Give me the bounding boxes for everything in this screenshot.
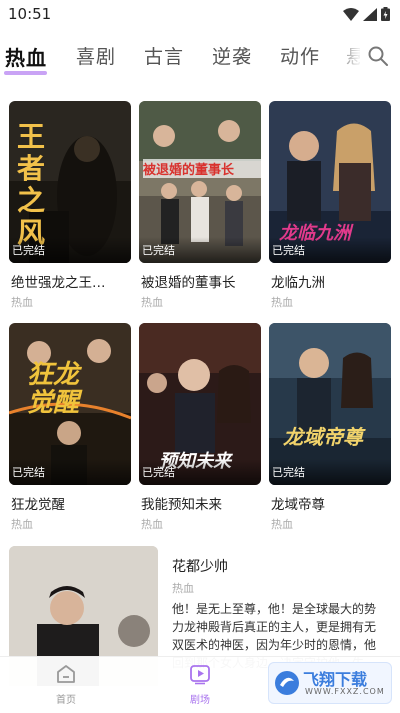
drama-title[interactable]: 绝世强龙之王… <box>11 271 131 291</box>
search-icon[interactable] <box>366 44 390 68</box>
drama-genre: 热血 <box>141 296 163 309</box>
featured-title[interactable]: 花都少帅 <box>172 556 228 576</box>
poster-title: 龙域帝尊 <box>283 425 363 449</box>
nav-home[interactable]: 首页 <box>36 663 96 706</box>
watermark-logo: 飞翔下载 WWW.FXXZ.COM <box>268 662 392 704</box>
poster-title: 王者之风 <box>17 120 46 249</box>
tab-nixi[interactable]: 逆袭 <box>212 42 252 69</box>
drama-genre: 热血 <box>11 296 33 309</box>
status-badge: 已完结 <box>9 459 131 485</box>
status-badge: 已完结 <box>139 459 261 485</box>
status-badge: 已完结 <box>139 237 261 263</box>
drama-genre: 热血 <box>271 296 293 309</box>
drama-title[interactable]: 龙域帝尊 <box>271 493 391 513</box>
drama-poster[interactable]: 被退婚的董事长 已完结 <box>139 101 261 263</box>
drama-title[interactable]: 我能预知未来 <box>141 493 261 513</box>
status-badge: 已完结 <box>269 237 391 263</box>
status-time: 10:51 <box>8 5 52 23</box>
nav-home-label: 首页 <box>56 695 76 706</box>
drama-poster[interactable]: 王者之风 已完结 <box>9 101 131 263</box>
drama-poster[interactable]: 狂龙觉醒 已完结 <box>9 323 131 485</box>
drama-title[interactable]: 被退婚的董事长 <box>141 271 261 291</box>
status-icons <box>343 7 390 21</box>
tabs-fade <box>332 36 362 78</box>
tab-rexue[interactable]: 热血 <box>5 42 47 71</box>
nav-theater-label: 剧场 <box>190 695 210 706</box>
status-badge: 已完结 <box>269 459 391 485</box>
watermark-url: WWW.FXXZ.COM <box>305 687 385 696</box>
home-icon <box>57 665 75 683</box>
status-bar: 10:51 <box>0 0 400 28</box>
play-icon <box>190 665 210 685</box>
nav-theater[interactable]: 剧场 <box>170 663 230 706</box>
signal-icon <box>363 7 377 21</box>
drama-title[interactable]: 龙临九洲 <box>271 271 391 291</box>
active-tab-indicator <box>4 71 47 75</box>
category-tabs: 热血 喜剧 古言 逆袭 动作 悬 <box>0 36 400 78</box>
drama-poster[interactable]: 预知未来 已完结 <box>139 323 261 485</box>
drama-poster[interactable]: 龙域帝尊 已完结 <box>269 323 391 485</box>
featured-genre: 热血 <box>172 582 194 595</box>
poster-title: 被退婚的董事长 <box>143 159 261 178</box>
status-badge: 已完结 <box>9 237 131 263</box>
drama-title[interactable]: 狂龙觉醒 <box>11 493 131 513</box>
drama-genre: 热血 <box>271 518 293 531</box>
drama-genre: 热血 <box>11 518 33 531</box>
drama-poster[interactable]: 龙临九洲 已完结 <box>269 101 391 263</box>
watermark-icon <box>275 671 299 695</box>
tab-dongzuo[interactable]: 动作 <box>280 42 320 69</box>
drama-genre: 热血 <box>141 518 163 531</box>
poster-title: 狂龙觉醒 <box>27 360 80 418</box>
tab-xiju[interactable]: 喜剧 <box>76 42 116 69</box>
wifi-icon <box>343 7 359 21</box>
battery-icon <box>381 7 390 21</box>
tab-guyan[interactable]: 古言 <box>144 42 184 69</box>
